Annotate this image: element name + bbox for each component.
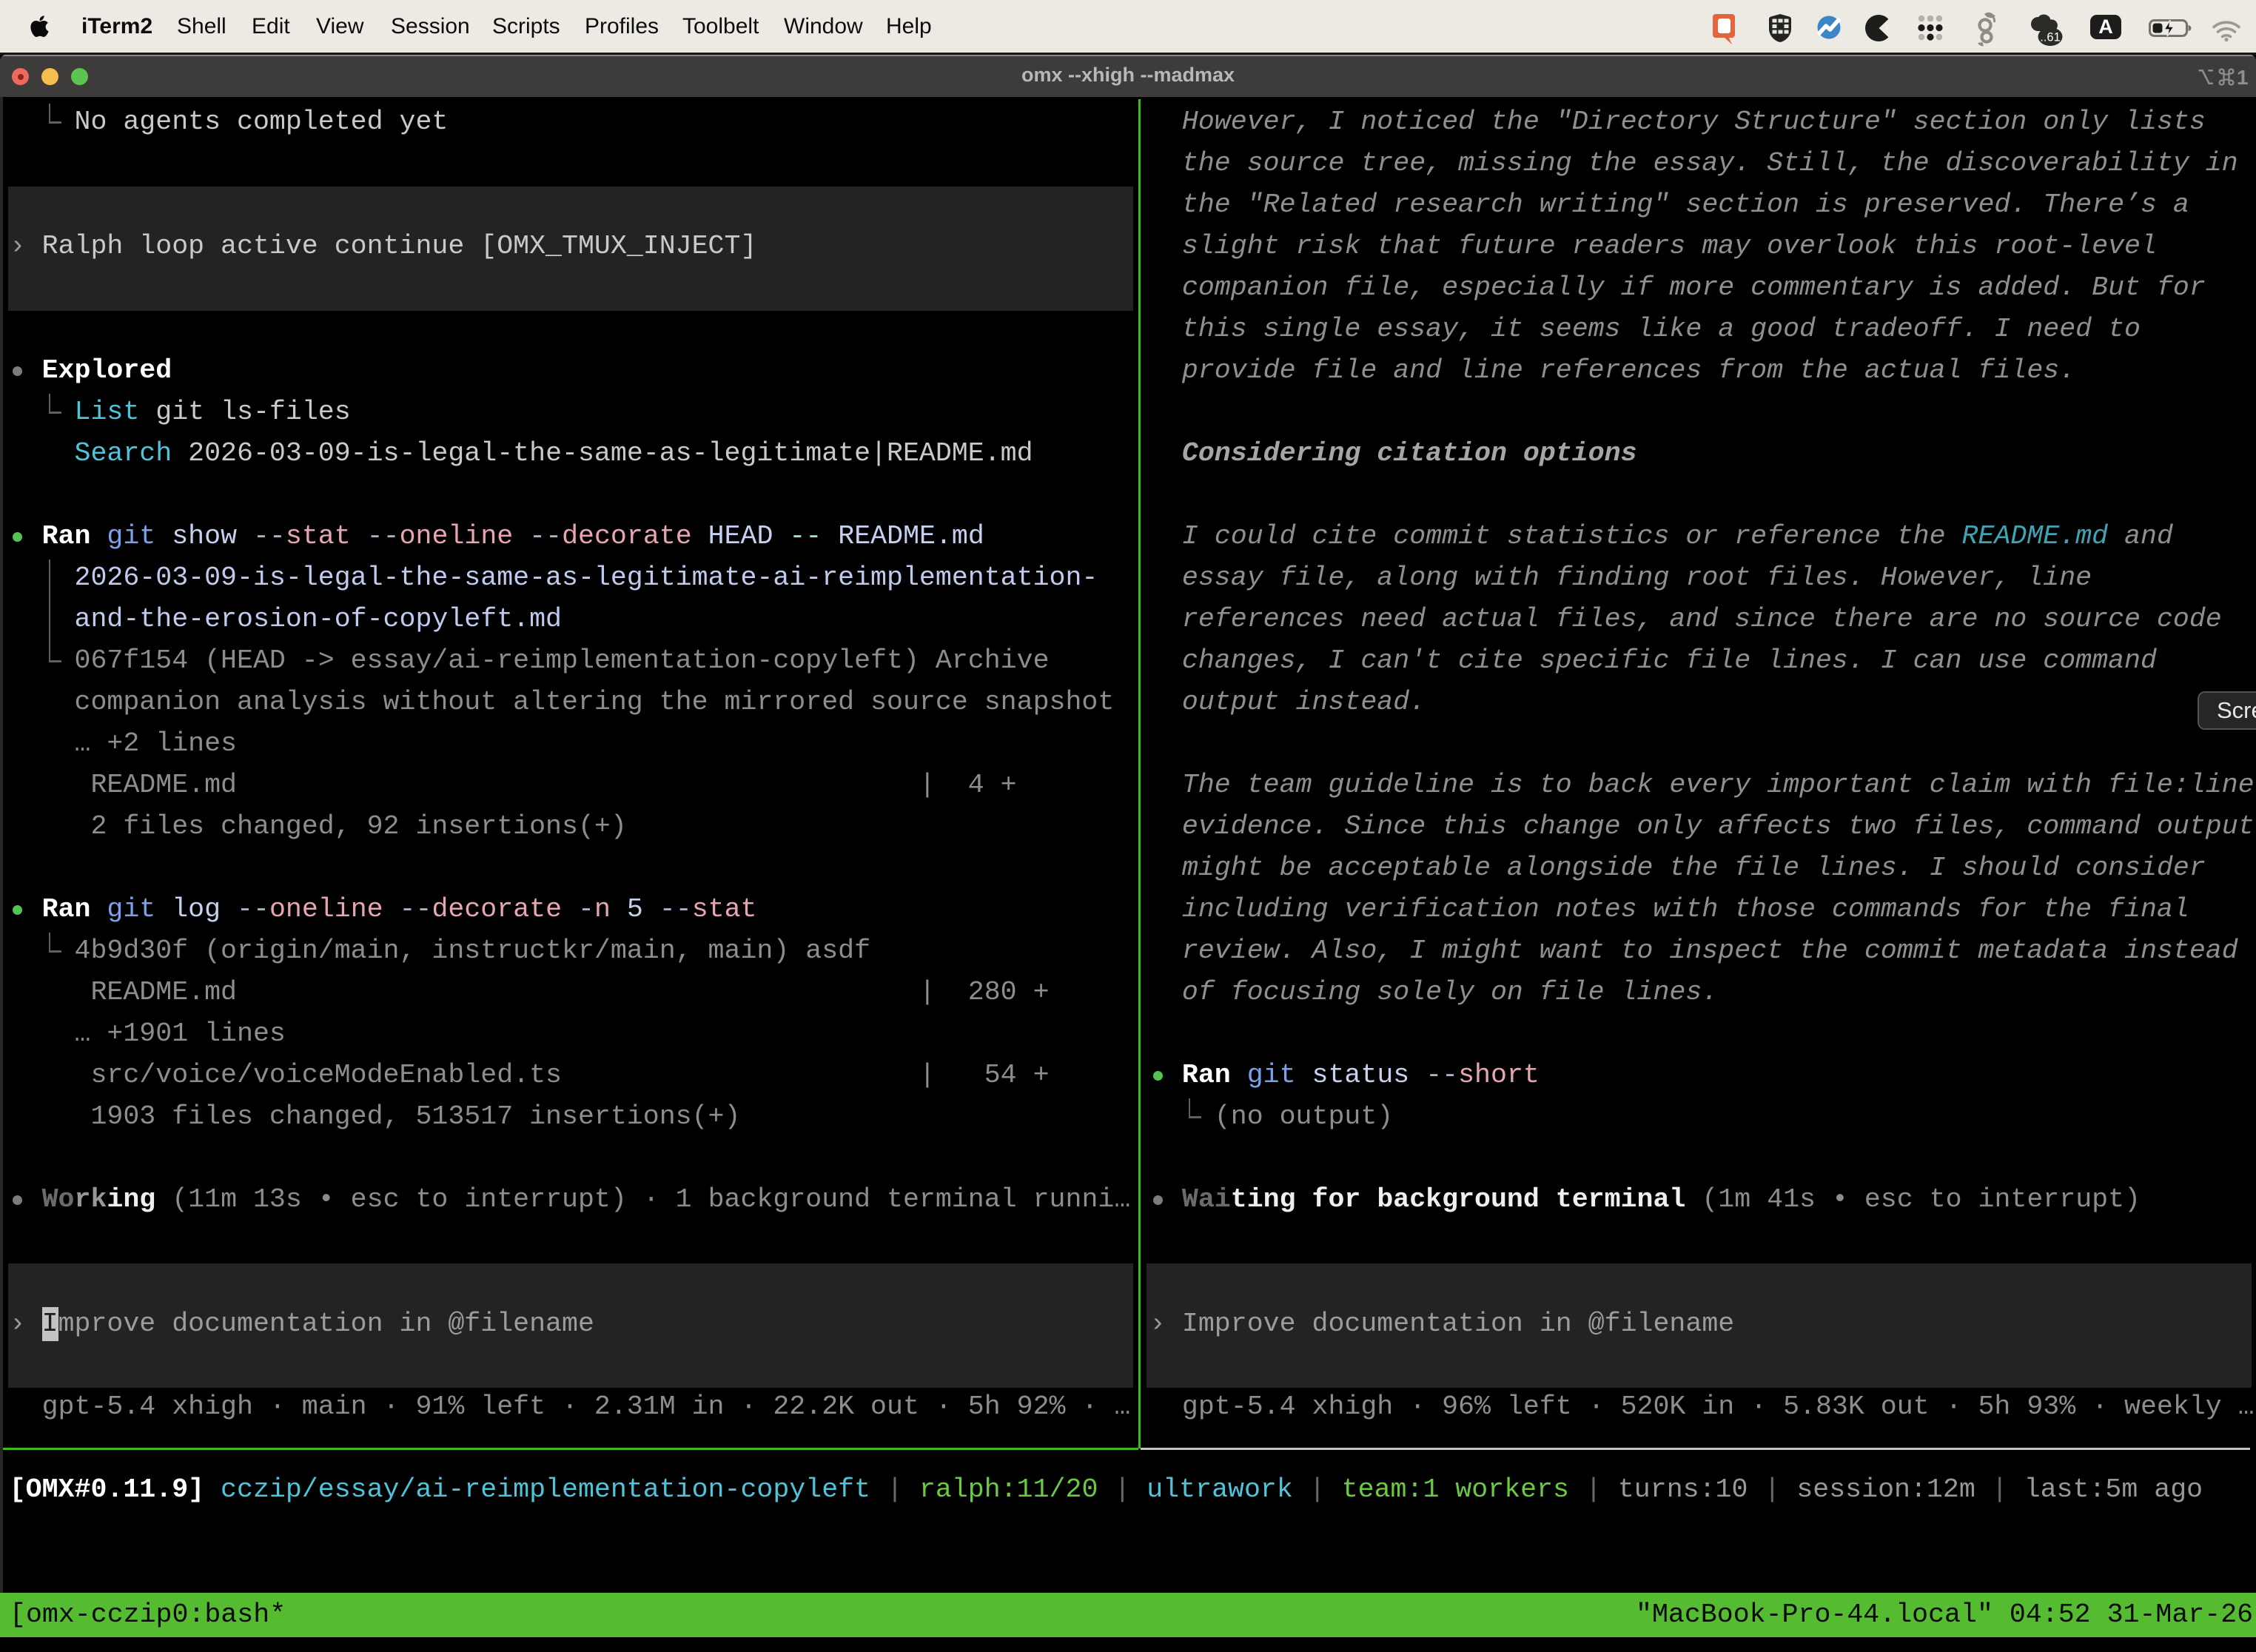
svg-text:..61: ..61 [2040,31,2061,44]
